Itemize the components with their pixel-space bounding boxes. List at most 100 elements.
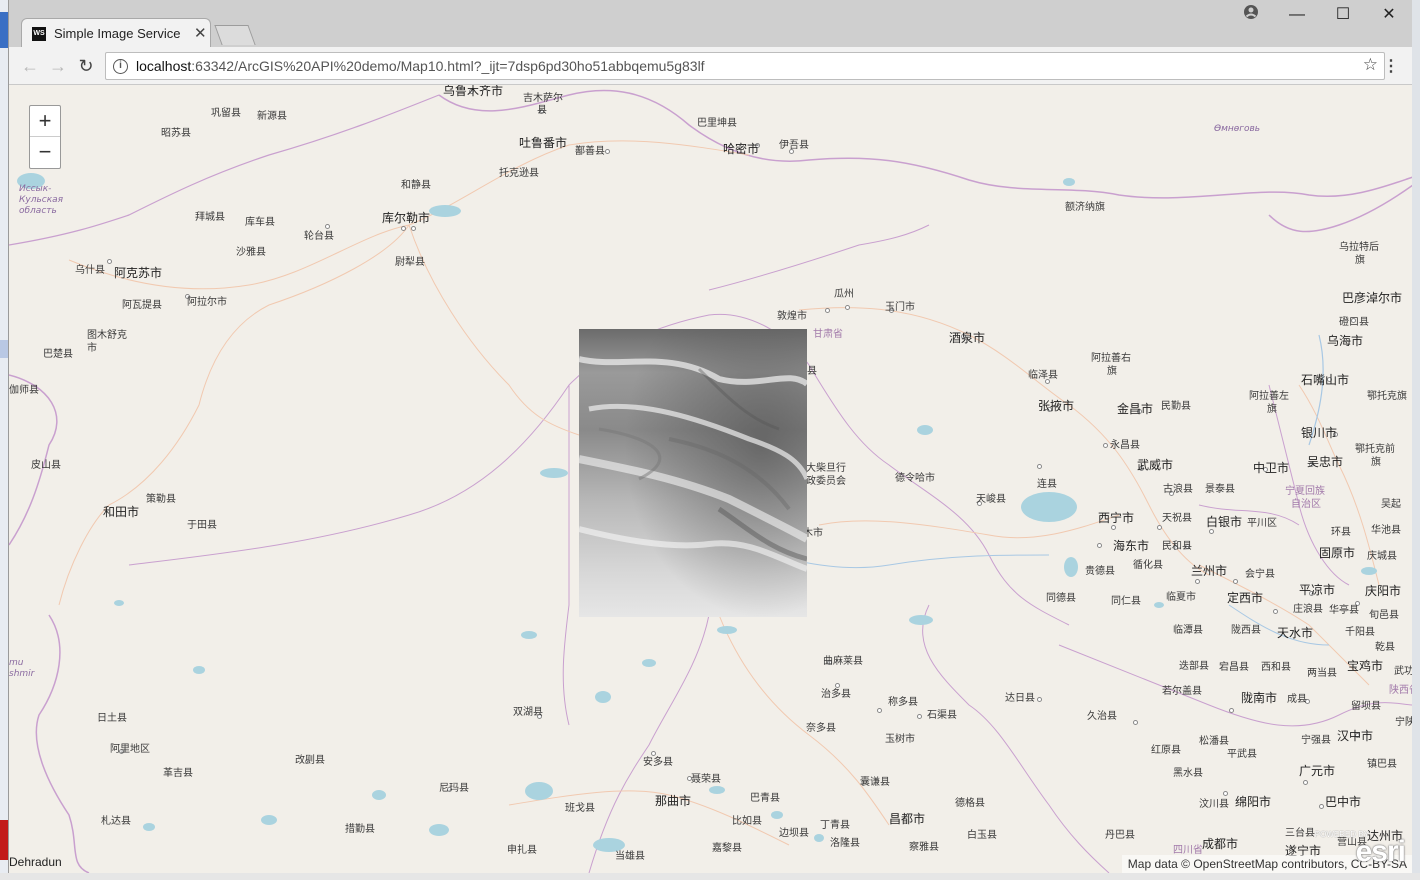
place-label: 西宁市 <box>1098 511 1135 525</box>
desktop-background-left <box>0 0 8 880</box>
place-label: 甘肃省 <box>813 329 843 340</box>
tab-close-icon[interactable]: ✕ <box>194 24 207 42</box>
place-label: 临泽县 <box>1028 370 1058 381</box>
town-dot-icon <box>825 308 830 313</box>
place-label: 陕西省 <box>1389 685 1412 696</box>
place-label: 贵德县 <box>1085 566 1115 577</box>
town-dot-icon <box>605 149 610 154</box>
bookmark-star-icon[interactable]: ☆ <box>1363 55 1378 75</box>
place-label: 丁青县 <box>820 820 850 831</box>
raster-image-overlay[interactable] <box>579 329 807 617</box>
place-label: 民勤县 <box>1161 401 1191 412</box>
town-dot-icon <box>1229 708 1234 713</box>
place-label: 旬邑县 <box>1369 610 1399 621</box>
reload-button[interactable]: ↻ <box>75 55 97 77</box>
place-label: 曲麻莱县 <box>823 656 863 667</box>
desktop-taskbar-item <box>0 12 8 48</box>
url-path: :63342/ArcGIS%20API%20demo/Map10.html?_i… <box>191 58 705 74</box>
place-label: 奈多县 <box>806 723 836 734</box>
place-label: 宕昌县 <box>1219 662 1249 673</box>
place-label: mu shmir <box>9 658 35 679</box>
place-label: 吐鲁番市 <box>519 136 568 150</box>
place-label: 庄浪县 <box>1293 604 1323 615</box>
place-label: 旗 <box>1267 404 1277 415</box>
place-label: 石嘴山市 <box>1301 373 1350 387</box>
town-dot-icon <box>1157 525 1162 530</box>
place-label: 西和县 <box>1261 662 1291 673</box>
place-label: 同德县 <box>1046 593 1076 604</box>
minimize-button[interactable]: — <box>1277 4 1317 28</box>
town-dot-icon <box>1195 579 1200 584</box>
place-label: 双湖县 <box>513 707 543 718</box>
place-label: 循化县 <box>1133 560 1163 571</box>
esri-logo[interactable]: esri <box>1356 835 1406 869</box>
place-label: 和静县 <box>401 180 431 191</box>
place-label: 乌鲁木齐市 <box>443 85 504 98</box>
place-label: 洛隆县 <box>830 838 860 849</box>
place-label: 兰州市 <box>1191 564 1228 578</box>
map-label-dehradun: Dehradun <box>9 855 62 869</box>
place-label: 海东市 <box>1113 539 1150 553</box>
place-label: 两当县 <box>1307 668 1337 679</box>
new-tab-button[interactable] <box>214 25 256 45</box>
town-dot-icon <box>401 226 406 231</box>
place-label: 比如县 <box>732 816 762 827</box>
town-dot-icon <box>877 708 882 713</box>
place-label: 张掖市 <box>1038 399 1075 413</box>
browser-window: WS Simple Image Service ✕ — ☐ ✕ ← → ↻ i … <box>8 0 1412 880</box>
place-label: 阿里地区 <box>110 744 150 755</box>
town-dot-icon <box>1273 609 1278 614</box>
browser-menu-button[interactable]: ⋮ <box>1383 56 1399 76</box>
town-dot-icon <box>845 305 850 310</box>
place-label: 石渠县 <box>927 710 957 721</box>
place-label: 丹巴县 <box>1105 830 1135 841</box>
place-label: 鄯善县 <box>575 146 605 157</box>
place-label: 临潭县 <box>1173 625 1203 636</box>
place-label: 黑水县 <box>1173 768 1203 779</box>
place-label: 巴中市 <box>1325 795 1362 809</box>
place-label: 达日县 <box>1005 693 1035 704</box>
place-label: 留坝县 <box>1351 701 1381 712</box>
close-window-button[interactable]: ✕ <box>1369 4 1409 28</box>
place-label: 固原市 <box>1319 546 1356 560</box>
place-label: 庆阳市 <box>1365 584 1402 598</box>
url-text[interactable]: localhost:63342/ArcGIS%20API%20demo/Map1… <box>136 58 705 74</box>
place-label: 吴忠市 <box>1307 455 1344 469</box>
place-label: 轮台县 <box>304 231 334 242</box>
webstorm-favicon-icon: WS <box>32 27 46 41</box>
place-label: 巩留县 <box>211 108 241 119</box>
place-label: 德令哈市 <box>895 473 935 484</box>
forward-button[interactable]: → <box>47 55 69 77</box>
reload-icon: ↻ <box>78 56 94 76</box>
site-info-icon[interactable]: i <box>113 59 128 74</box>
place-label: 酒泉市 <box>949 331 986 345</box>
place-label: 华亭县 <box>1329 605 1359 616</box>
address-bar[interactable]: i localhost:63342/ArcGIS%20API%20demo/Ma… <box>105 52 1385 80</box>
town-dot-icon <box>1097 543 1102 548</box>
browser-tab[interactable]: WS Simple Image Service ✕ <box>21 18 211 48</box>
town-dot-icon <box>1037 464 1042 469</box>
profile-button[interactable] <box>1231 4 1271 28</box>
place-label: 乾县 <box>1375 642 1395 653</box>
place-label: 旗 <box>1355 255 1365 266</box>
place-label: 阿克苏市 <box>114 266 163 280</box>
place-label: 阿拉尔市 <box>187 297 227 308</box>
place-label: 策勒县 <box>146 494 176 505</box>
back-button[interactable]: ← <box>19 55 41 77</box>
place-label: 昭苏县 <box>161 128 191 139</box>
town-dot-icon <box>107 259 112 264</box>
zoom-out-button[interactable]: − <box>30 137 60 168</box>
maximize-button[interactable]: ☐ <box>1323 4 1363 28</box>
place-label: 于田县 <box>187 520 217 531</box>
town-dot-icon <box>1319 804 1324 809</box>
place-label: 天祝县 <box>1162 513 1192 524</box>
place-label: 环县 <box>1331 527 1351 538</box>
place-label: 民和县 <box>1162 541 1192 552</box>
map-view[interactable]: 乌鲁木齐市 吉木萨尔县巩留县 新源县 昭苏县 巴里坤县 吐鲁番市 鄯善县 哈密市 伊吾县 Өмнө… <box>9 85 1412 873</box>
place-label: 金昌市 <box>1117 402 1154 416</box>
zoom-in-button[interactable]: + <box>30 106 60 137</box>
place-label: 称多县 <box>888 697 918 708</box>
place-label: 巴楚县 <box>43 349 73 360</box>
place-label: 额济纳旗 <box>1065 202 1105 213</box>
place-label: 绵阳市 <box>1235 795 1272 809</box>
